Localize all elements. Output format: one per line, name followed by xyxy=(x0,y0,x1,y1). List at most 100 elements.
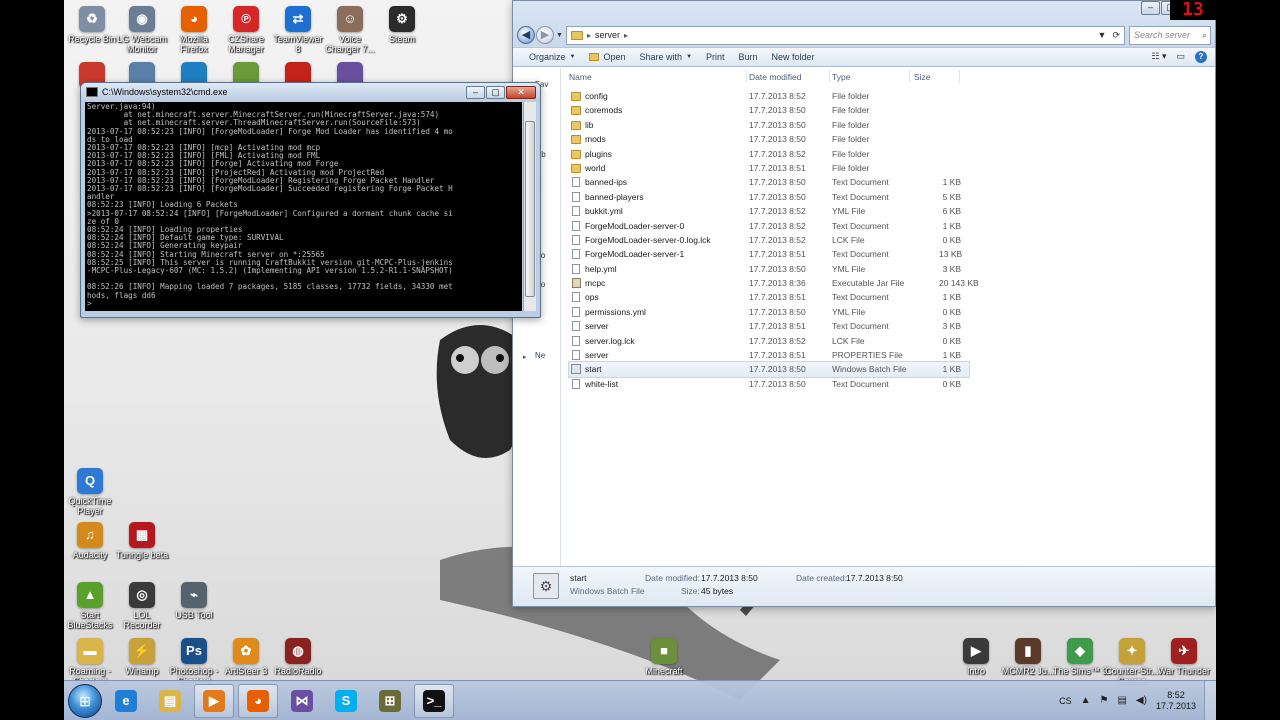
preview-pane-icon[interactable]: ▭ xyxy=(1176,51,1185,63)
minimize-button[interactable]: ‒ xyxy=(466,85,485,99)
desktop-icon-artisteer[interactable]: ✿ ArtiSteer 3 xyxy=(218,638,274,676)
refresh-icon[interactable]: ⟳ xyxy=(1112,30,1120,41)
file-row[interactable]: white-list 17.7.2013 8:50 Text Document 0 K… xyxy=(569,377,969,391)
taskbar-button[interactable]: e xyxy=(106,684,146,718)
desktop-icon-recycle-bin[interactable]: ♻ Recycle Bin xyxy=(64,6,120,44)
file-row[interactable]: help.yml 17.7.2013 8:50 YML File 3 KB xyxy=(569,262,969,276)
expand-arrow-icon[interactable]: ▸ xyxy=(523,353,527,361)
file-row[interactable]: mcpc 17.7.2013 8:36 Executable Jar File 20 … xyxy=(569,276,979,290)
desktop-icon-firefox[interactable]: ◕ Mozilla Firefox xyxy=(166,6,222,54)
desktop-icon-winamp[interactable]: ⚡ Winamp xyxy=(114,638,170,676)
explorer-window[interactable]: ‒ ▢ ✕ ◀ ▶ ▼ ▸ server ▸ ▼ ⟳ Search server… xyxy=(512,0,1216,607)
column-type[interactable]: Type xyxy=(832,72,850,82)
close-button[interactable]: ✕ xyxy=(506,85,536,99)
maximize-button[interactable]: ▢ xyxy=(486,85,505,99)
scrollbar-thumb[interactable] xyxy=(525,121,535,297)
file-row[interactable]: plugins 17.7.2013 8:52 File folder xyxy=(569,147,969,161)
flag-icon[interactable]: ⚑ xyxy=(1100,695,1109,706)
desktop-icon-radio[interactable]: ◍ RadioRadio xyxy=(270,638,326,676)
burn-button[interactable]: Burn xyxy=(739,52,758,62)
file-row[interactable]: start 17.7.2013 8:50 Windows Batch File 1 K… xyxy=(568,361,970,378)
taskbar-button[interactable]: ▶ xyxy=(194,683,234,718)
file-row[interactable]: ForgeModLoader-server-0 17.7.2013 8:52 Tex… xyxy=(569,219,969,233)
print-button[interactable]: Print xyxy=(706,52,725,62)
clock[interactable]: 8:52 17.7.2013 xyxy=(1156,690,1196,712)
file-row[interactable]: mods 17.7.2013 8:50 File folder xyxy=(569,132,969,146)
console-output[interactable]: Server.java:94) at net.minecraft.server.… xyxy=(85,102,522,311)
desktop-icon-roaming-shortcut[interactable]: ▬ Roaming - Shortcut xyxy=(62,638,118,686)
show-hidden-icons-icon[interactable]: ▲ xyxy=(1081,695,1091,706)
new-folder-button[interactable]: New folder xyxy=(772,52,815,62)
file-row[interactable]: ForgeModLoader-server-1 17.7.2013 8:51 Tex… xyxy=(569,247,969,261)
file-row[interactable]: banned-players 17.7.2013 8:50 Text Documen… xyxy=(569,190,969,204)
taskbar-button[interactable]: >_ xyxy=(414,683,454,718)
cmd-title-bar[interactable]: C:\Windows\system32\cmd.exe ‒ ▢ ✕ xyxy=(81,83,540,101)
show-desktop-button[interactable] xyxy=(1204,680,1216,720)
desktop-icon-mcmr[interactable]: ▮ MCMR2 Ju... xyxy=(1000,638,1056,676)
nav-item-network[interactable]: Ne xyxy=(535,351,545,360)
open-button[interactable]: Open xyxy=(589,52,626,62)
file-row[interactable]: permissions.yml 17.7.2013 8:50 YML File 0 K… xyxy=(569,305,969,319)
desktop-icon-counter-strike[interactable]: ✦ Counter-Str... Source xyxy=(1104,638,1160,686)
minimize-button[interactable]: ‒ xyxy=(1141,1,1160,15)
file-row[interactable]: server 17.7.2013 8:51 Text Document 3 KB xyxy=(569,319,969,333)
desktop-icon-voice-changer[interactable]: ☺ Voice Changer 7... xyxy=(322,6,378,54)
language-indicator[interactable]: CS xyxy=(1059,696,1072,706)
volume-icon[interactable]: ◀) xyxy=(1136,695,1147,706)
search-input[interactable]: Search server ⌕ xyxy=(1129,25,1211,45)
desktop-icon-war-thunder[interactable]: ✈ War Thunder xyxy=(1156,638,1212,676)
media-player-icon: ▶ xyxy=(203,689,225,712)
column-date-modified[interactable]: Date modified xyxy=(749,72,801,82)
view-options-icon[interactable]: ☷ ▾ xyxy=(1151,51,1166,63)
chevron-right-icon[interactable]: ▸ xyxy=(587,31,591,40)
desktop-icon-audacity[interactable]: ♫ Audacity xyxy=(62,522,118,560)
desktop-icon-usb-tool[interactable]: ⌁ USB Tool xyxy=(166,582,222,620)
back-button[interactable]: ◀ xyxy=(517,26,535,44)
recent-pages-dropdown[interactable]: ▼ xyxy=(556,32,563,39)
desktop-icon-bluestacks[interactable]: ▲ Start BlueStacks xyxy=(62,582,118,630)
desktop-icon-intro[interactable]: ▶ Intro xyxy=(948,638,1004,676)
file-row[interactable]: world 17.7.2013 8:51 File folder xyxy=(569,161,969,175)
forward-button[interactable]: ▶ xyxy=(536,26,554,44)
file-row[interactable]: banned-ips 17.7.2013 8:50 Text Document 1 K… xyxy=(569,175,969,189)
file-row[interactable]: coremods 17.7.2013 8:50 File folder xyxy=(569,103,969,117)
file-row[interactable]: bukkit.yml 17.7.2013 8:52 YML File 6 KB xyxy=(569,204,969,218)
explorer-title-bar[interactable] xyxy=(513,1,1215,21)
network-icon[interactable]: ▤ xyxy=(1117,695,1126,706)
column-size[interactable]: Size xyxy=(914,72,931,82)
help-icon[interactable]: ? xyxy=(1195,51,1207,63)
desktop-icon-photoshop[interactable]: Ps Photoshop - Shortcut xyxy=(166,638,222,686)
address-bar[interactable]: ▸ server ▸ ▼ ⟳ xyxy=(565,25,1125,45)
desktop-icon-lg-webcam[interactable]: ◉ LG Webcam Monitor xyxy=(114,6,170,54)
taskbar-button[interactable]: ⋈ xyxy=(282,684,322,718)
file-row[interactable]: ops 17.7.2013 8:51 Text Document 1 KB xyxy=(569,290,969,304)
taskbar-button[interactable]: ▤ xyxy=(150,684,190,718)
file-row[interactable]: config 17.7.2013 8:52 File folder xyxy=(569,89,969,103)
file-row[interactable]: lib 17.7.2013 8:50 File folder xyxy=(569,118,969,132)
share-with-button[interactable]: Share with ▼ xyxy=(640,52,692,62)
desktop-icon-tunngle[interactable]: ▦ Tunngle beta xyxy=(114,522,170,560)
address-dropdown-icon[interactable]: ▼ xyxy=(1098,30,1107,41)
organize-button[interactable]: Organize ▼ xyxy=(529,52,575,62)
search-icon[interactable]: ⌕ xyxy=(1202,30,1210,41)
desktop-icon-steam[interactable]: ⚙ Steam xyxy=(374,6,430,44)
column-name[interactable]: Name xyxy=(569,72,592,82)
file-row[interactable]: server.log.lck 17.7.2013 8:52 LCK File 0 KB xyxy=(569,334,969,348)
desktop-icon-lol-recorder[interactable]: ◎ LOL Recorder xyxy=(114,582,170,630)
start-button[interactable]: ⊞ xyxy=(68,683,102,718)
desktop-icon-quicktime[interactable]: Q QuickTime Player xyxy=(62,468,118,516)
cmd-window[interactable]: C:\Windows\system32\cmd.exe ‒ ▢ ✕ Server… xyxy=(80,82,541,318)
file-row[interactable]: ForgeModLoader-server-0.log.lck 17.7.2013… xyxy=(569,233,969,247)
console-line: > xyxy=(87,298,92,308)
cmd-scrollbar[interactable] xyxy=(523,102,536,311)
taskbar-button[interactable]: ◕ xyxy=(238,683,278,718)
desktop-icon-sims[interactable]: ◆ The Sims™ 3 xyxy=(1052,638,1108,676)
desktop-icon-czshare[interactable]: ℗ CZShare Manager xyxy=(218,6,274,54)
taskbar-button[interactable]: ⊞ xyxy=(370,684,410,718)
file-row[interactable]: server 17.7.2013 8:51 PROPERTIES File 1 KB xyxy=(569,348,969,362)
chevron-right-icon[interactable]: ▸ xyxy=(624,31,628,40)
desktop-icon-minecraft[interactable]: ■ Minecraft xyxy=(636,638,692,676)
breadcrumb-server[interactable]: server xyxy=(595,30,620,40)
taskbar-button[interactable]: S xyxy=(326,684,366,718)
desktop-icon-teamviewer[interactable]: ⇄ TeamViewer 8 xyxy=(270,6,326,54)
